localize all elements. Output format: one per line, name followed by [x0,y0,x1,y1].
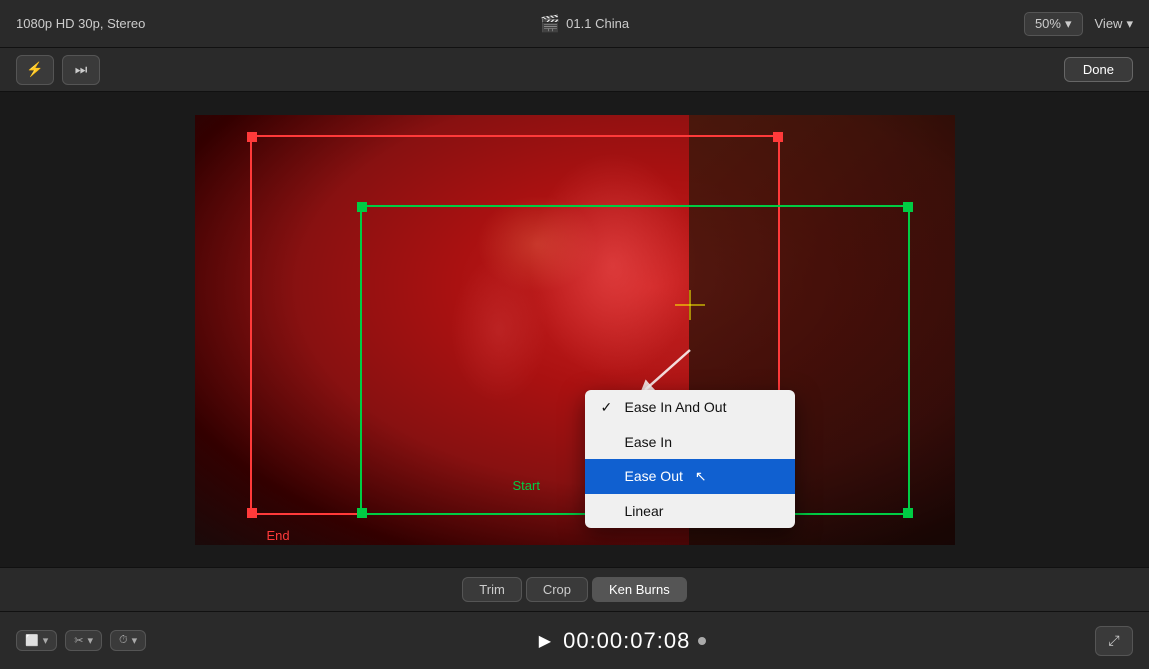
tab-bar: Trim Crop Ken Burns [0,567,1149,611]
transform-icon: ⬜ [25,634,39,647]
speed-icon: ⏱ [119,634,128,647]
zoom-chevron-icon: ▾ [1065,16,1072,32]
ease-in-and-out-label: Ease In And Out [625,399,727,415]
format-label: 1080p HD 30p, Stereo [16,16,145,31]
timecode: 00:00:07:08 [563,628,690,654]
bottom-right: ⤢ [1095,626,1133,656]
blade-control[interactable]: ✂ ▾ [65,630,102,651]
bottom-left: ⬜ ▾ ✂ ▾ ⏱ ▾ [16,630,146,651]
cursor-icon: ↖ [695,468,707,485]
start-label: Start [513,478,540,493]
tab-ken-burns[interactable]: Ken Burns [592,577,687,602]
expand-button[interactable]: ⤢ [1095,626,1133,656]
transform-control[interactable]: ⬜ ▾ [16,630,57,651]
view-button[interactable]: View ▾ [1095,16,1133,32]
toolbar-left: ⚡ ⏭ [16,55,100,85]
transform-chevron: ▾ [43,634,49,647]
view-label: View [1095,16,1123,31]
blade-chevron: ▾ [87,634,93,647]
video-background [195,115,955,545]
dropdown-item-ease-in-and-out[interactable]: ✓ Ease In And Out [585,390,795,425]
top-bar-right: 50% ▾ View ▾ [1024,12,1133,36]
bottom-controls: ⬜ ▾ ✂ ▾ ⏱ ▾ ▶ 00:00:07:08 ⤢ [0,611,1149,669]
done-button[interactable]: Done [1064,57,1133,82]
linear-label: Linear [625,503,664,519]
lightning-icon: ⚡ [26,61,43,78]
ease-in-label: Ease In [625,434,672,450]
step-forward-icon: ⏭ [75,61,88,78]
project-title: 01.1 China [566,16,629,31]
project-title-area: 🎬 01.1 China [540,14,629,34]
check-icon: ✓ [601,399,617,416]
ease-out-label: Ease Out [625,468,683,484]
clapper-icon: 🎬 [540,14,560,34]
expand-icon: ⤢ [1108,632,1119,649]
dropdown-item-ease-in[interactable]: Ease In [585,425,795,459]
dropdown-item-linear[interactable]: Linear [585,494,795,528]
bottom-center: ▶ 00:00:07:08 [539,628,703,654]
top-bar: 1080p HD 30p, Stereo 🎬 01.1 China 50% ▾ … [0,0,1149,48]
lightning-button[interactable]: ⚡ [16,55,54,85]
tab-trim[interactable]: Trim [462,577,522,602]
speed-chevron: ▾ [132,634,138,647]
tab-crop[interactable]: Crop [526,577,588,602]
video-frame: Start End ✓ Ease In And Out Ease In Ease… [195,115,955,545]
timeline-thumb[interactable] [698,637,706,645]
step-forward-button[interactable]: ⏭ [62,55,100,85]
blade-icon: ✂ [74,634,83,647]
zoom-button[interactable]: 50% ▾ [1024,12,1083,36]
end-label: End [267,528,290,543]
speed-control[interactable]: ⏱ ▾ [110,630,146,651]
view-chevron-icon: ▾ [1126,16,1133,32]
video-area: Start End ✓ Ease In And Out Ease In Ease… [0,92,1149,567]
toolbar: ⚡ ⏭ Done [0,48,1149,92]
dropdown-item-ease-out[interactable]: Ease Out ↖ [585,459,795,494]
ease-dropdown-menu: ✓ Ease In And Out Ease In Ease Out ↖ Lin… [585,390,795,528]
play-button[interactable]: ▶ [539,631,551,651]
zoom-value: 50% [1035,16,1061,31]
